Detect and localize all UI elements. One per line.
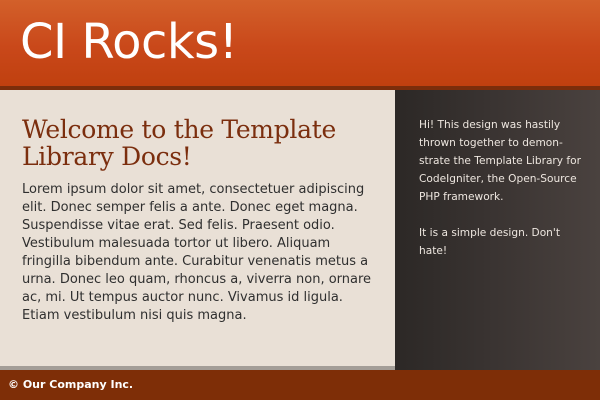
main-content: Welcome to the Template Library Docs! Lo… [0, 90, 395, 366]
sidebar: Hi! This design was hastily thrown toget… [395, 90, 600, 370]
site-title: CI Rocks! [20, 14, 238, 70]
page-heading: Welcome to the Template Library Docs! [22, 115, 336, 171]
site-header: CI Rocks! [0, 0, 600, 86]
footer-copyright: © Our Company Inc. [8, 378, 134, 391]
sidebar-paragraph-intro: Hi! This design was hastily thrown toget… [419, 119, 581, 203]
body-text: Lorem ipsum dolor sit amet, consectetuer… [22, 182, 372, 323]
site-footer: © Our Company Inc. [0, 370, 600, 400]
sidebar-paragraph-note: It is a simple design. Don't hate! [419, 227, 560, 257]
